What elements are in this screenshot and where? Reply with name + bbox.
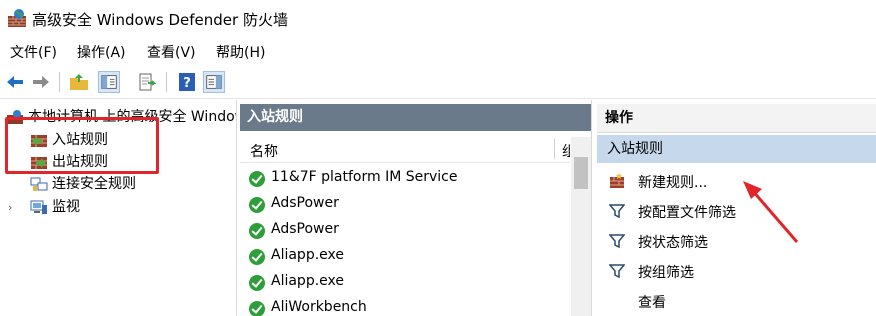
tree-item-label: 连接安全规则 xyxy=(52,176,136,192)
allow-check-icon xyxy=(249,301,265,316)
rule-name: Aliapp.exe xyxy=(271,247,344,263)
filter-by-profile-action[interactable]: 按配置文件筛选 xyxy=(597,196,876,226)
actions-subheader[interactable]: 入站规则 xyxy=(597,135,876,163)
rule-name: AdsPower xyxy=(271,195,339,211)
expand-chevron-icon[interactable]: › xyxy=(8,201,12,214)
filter-by-state-action[interactable]: 按状态筛选 xyxy=(597,226,876,256)
column-divider[interactable] xyxy=(554,139,555,159)
new-rule-icon xyxy=(610,173,624,188)
menu-file[interactable]: 文件(F) xyxy=(10,42,57,62)
view-action[interactable]: 查看 xyxy=(597,286,876,316)
column-header-group[interactable]: 组 xyxy=(562,141,570,161)
navigation-tree: 本地计算机 上的高级安全 Windows Defender 防火墙 入站规则 出… xyxy=(0,100,237,316)
allow-check-icon xyxy=(249,197,265,213)
toolbar: ? xyxy=(0,66,876,99)
table-row[interactable]: AdsPower xyxy=(240,192,570,218)
window-title: 高级安全 Windows Defender 防火墙 xyxy=(32,11,288,29)
column-headers: 名称 组 xyxy=(240,137,570,163)
svg-text:?: ? xyxy=(183,76,191,91)
scrollbar-thumb[interactable] xyxy=(574,157,588,189)
rule-name: AliWorkbench xyxy=(271,299,367,315)
action-label: 查看 xyxy=(638,295,666,311)
action-label: 按组筛选 xyxy=(638,265,694,281)
allow-check-icon xyxy=(249,223,265,239)
allow-check-icon xyxy=(249,249,265,265)
toolbar-separator xyxy=(166,72,167,92)
firewall-icon xyxy=(7,110,23,124)
filter-icon xyxy=(609,234,625,249)
filter-by-group-action[interactable]: 按组筛选 xyxy=(597,256,876,286)
filter-icon xyxy=(609,204,625,219)
rules-list-pane: 入站规则 名称 组 11&7F platform IM Service AdsP… xyxy=(240,100,592,316)
table-row[interactable]: 11&7F platform IM Service xyxy=(240,166,570,192)
actions-pane: 操作 入站规则 新建规则... 按配置文件筛选 按状态筛选 按组筛选 查看 xyxy=(597,100,876,316)
title-bar: 高级安全 Windows Defender 防火墙 xyxy=(0,0,876,38)
new-rule-action[interactable]: 新建规则... xyxy=(597,166,876,196)
tree-root-label: 本地计算机 上的高级安全 Windows Defender 防火墙 xyxy=(28,109,236,125)
export-list-icon[interactable] xyxy=(136,71,158,93)
table-row[interactable]: AdsPower xyxy=(240,218,570,244)
table-row[interactable]: AliWorkbench xyxy=(240,296,570,316)
tree-item-label: 入站规则 xyxy=(52,132,108,148)
back-arrow-icon[interactable] xyxy=(4,71,26,93)
inbound-rules-icon xyxy=(31,135,47,147)
tree-item-label: 监视 xyxy=(52,199,80,215)
outbound-rules-icon xyxy=(31,157,47,169)
actions-header: 操作 xyxy=(597,104,876,133)
firewall-icon xyxy=(8,9,26,27)
column-header-name[interactable]: 名称 xyxy=(250,141,278,161)
rule-name: AdsPower xyxy=(271,221,339,237)
table-row[interactable]: Aliapp.exe xyxy=(240,270,570,296)
table-row[interactable]: Aliapp.exe xyxy=(240,244,570,270)
menu-view[interactable]: 查看(V) xyxy=(147,42,196,62)
action-label: 新建规则... xyxy=(638,175,708,191)
help-icon[interactable]: ? xyxy=(176,71,198,93)
connection-security-icon xyxy=(30,177,48,191)
action-label: 按配置文件筛选 xyxy=(638,205,736,221)
allow-check-icon xyxy=(249,275,265,291)
show-hide-tree-icon[interactable] xyxy=(98,71,120,93)
monitoring-icon xyxy=(30,200,47,214)
tree-item-label: 出站规则 xyxy=(52,154,108,170)
vertical-scrollbar[interactable] xyxy=(571,137,591,316)
show-hide-action-pane-icon[interactable] xyxy=(203,71,225,93)
forward-arrow-icon[interactable] xyxy=(30,71,52,93)
menu-action[interactable]: 操作(A) xyxy=(77,42,126,62)
allow-check-icon xyxy=(249,171,265,187)
toolbar-separator xyxy=(59,72,60,92)
rule-name: Aliapp.exe xyxy=(271,273,344,289)
rule-name: 11&7F platform IM Service xyxy=(271,169,458,185)
up-folder-icon[interactable] xyxy=(68,71,90,93)
pane-header: 入站规则 xyxy=(240,104,591,131)
menu-bar: 文件(F) 操作(A) 查看(V) 帮助(H) xyxy=(0,38,876,66)
action-label: 按状态筛选 xyxy=(638,235,708,251)
filter-icon xyxy=(609,264,625,279)
menu-help[interactable]: 帮助(H) xyxy=(216,42,265,62)
